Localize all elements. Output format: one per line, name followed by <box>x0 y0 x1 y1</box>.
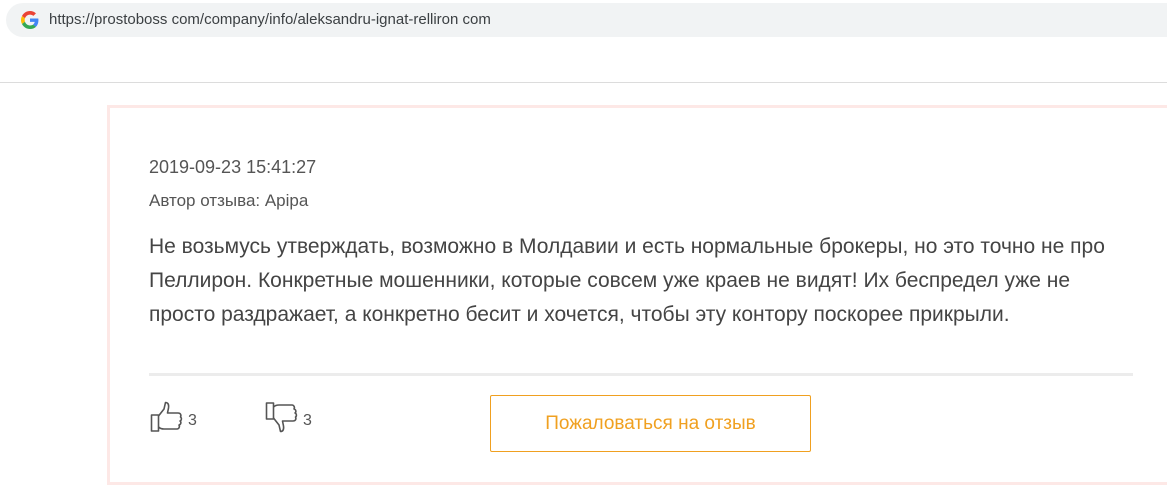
complain-button[interactable]: Пожаловаться на отзыв <box>490 395 811 452</box>
review-text: Не возьмусь утверждать, возможно в Молда… <box>149 235 1105 326</box>
thumbs-up-icon <box>150 401 183 432</box>
dislike-button[interactable]: 3 <box>265 400 312 434</box>
address-bar[interactable]: https://prostoboss com/company/info/alek… <box>6 3 1167 37</box>
review-divider <box>149 373 1133 376</box>
like-count: 3 <box>188 412 197 429</box>
like-button[interactable]: 3 <box>150 400 197 434</box>
dislike-count: 3 <box>303 412 312 429</box>
thumbs-down-icon <box>265 402 298 433</box>
review-date: 2019-09-23 15:41:27 <box>149 157 317 177</box>
page-divider <box>0 82 1167 83</box>
url-text[interactable]: https://prostoboss com/company/info/alek… <box>49 11 491 29</box>
review-author: Автор отзыва: Apipa <box>149 191 309 210</box>
google-g-icon <box>21 11 39 29</box>
